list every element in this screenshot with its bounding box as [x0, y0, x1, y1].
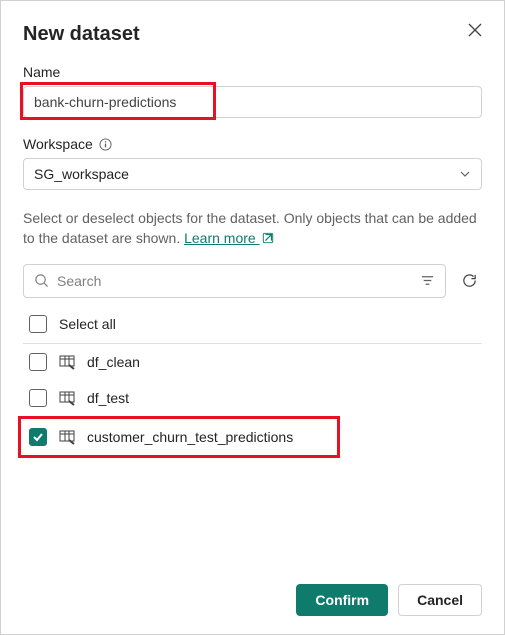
name-input[interactable] [23, 86, 482, 118]
item-label: df_clean [87, 354, 140, 370]
list-item[interactable]: df_test [23, 380, 482, 416]
item-checkbox[interactable] [29, 389, 47, 407]
list-item[interactable]: df_clean [23, 344, 482, 380]
info-icon[interactable] [99, 138, 112, 151]
table-icon [59, 354, 75, 370]
refresh-button[interactable] [456, 268, 482, 294]
table-icon [59, 429, 75, 445]
cancel-button[interactable]: Cancel [398, 584, 482, 616]
close-icon [468, 23, 482, 37]
workspace-value: SG_workspace [34, 166, 129, 182]
name-label: Name [23, 64, 482, 80]
search-input[interactable] [57, 273, 412, 289]
search-icon [34, 273, 49, 288]
list-item[interactable]: customer_churn_test_predictions [18, 416, 340, 458]
refresh-icon [461, 272, 478, 289]
filter-icon[interactable] [420, 273, 435, 288]
item-checkbox[interactable] [29, 428, 47, 446]
table-icon [59, 390, 75, 406]
item-label: df_test [87, 390, 129, 406]
workspace-label: Workspace [23, 136, 482, 152]
confirm-button[interactable]: Confirm [296, 584, 388, 616]
helper-text: Select or deselect objects for the datas… [23, 208, 482, 250]
external-link-icon [262, 231, 274, 247]
learn-more-link[interactable]: Learn more [184, 230, 259, 246]
item-checkbox[interactable] [29, 353, 47, 371]
select-all-checkbox[interactable] [29, 315, 47, 333]
workspace-label-text: Workspace [23, 136, 93, 152]
close-button[interactable] [464, 19, 486, 41]
item-label: customer_churn_test_predictions [87, 429, 293, 445]
chevron-down-icon [459, 168, 471, 180]
select-all-label: Select all [59, 316, 116, 332]
dialog-title: New dataset [23, 23, 482, 46]
search-box[interactable] [23, 264, 446, 298]
workspace-select[interactable]: SG_workspace [23, 158, 482, 190]
